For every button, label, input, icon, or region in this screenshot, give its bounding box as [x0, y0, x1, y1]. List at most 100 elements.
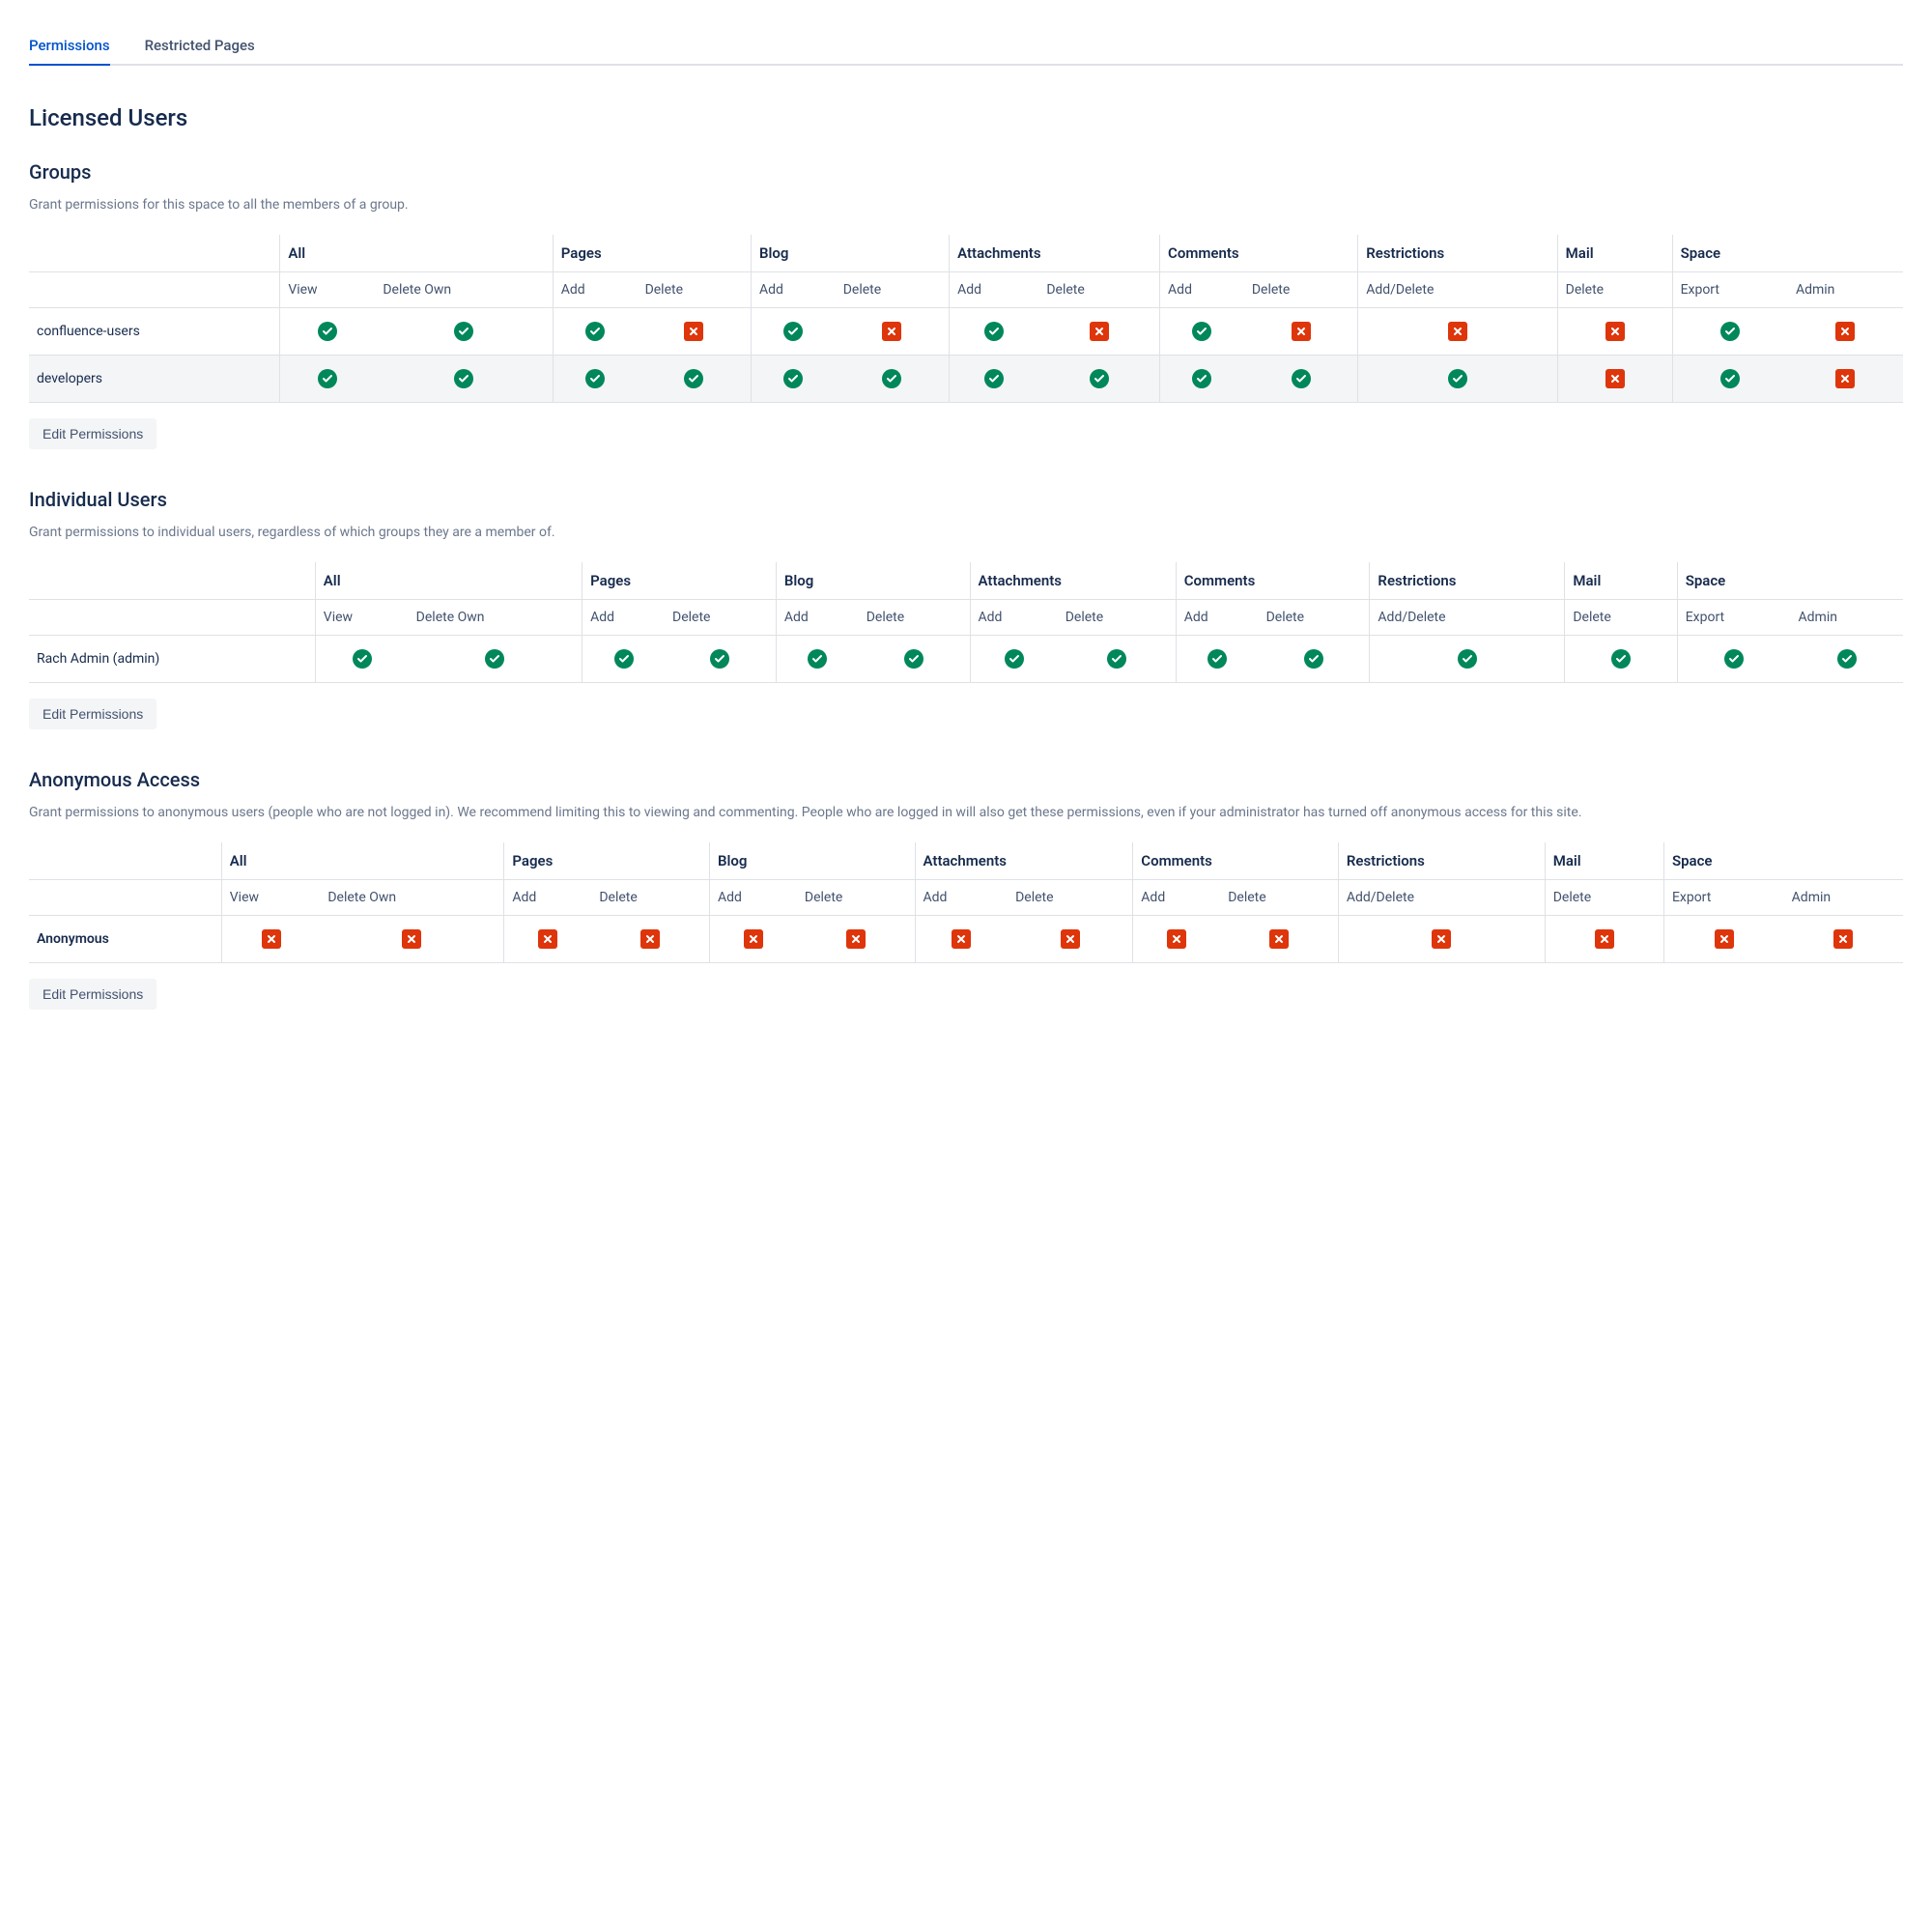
column-group-header: Comments — [1176, 562, 1370, 600]
permission-cell — [280, 308, 376, 356]
permission-cell — [320, 916, 504, 963]
x-icon — [1595, 929, 1614, 949]
column-sub-header: View — [315, 600, 408, 636]
permission-cell — [553, 308, 637, 356]
check-icon — [1720, 322, 1740, 341]
permission-cell — [280, 356, 376, 403]
column-sub-header: Add — [504, 880, 591, 916]
column-sub-header: Delete — [1038, 272, 1159, 308]
column-sub-header: Delete — [1008, 880, 1133, 916]
check-icon — [614, 649, 634, 669]
permission-cell — [375, 356, 553, 403]
column-sub-header: Admin — [1791, 600, 1903, 636]
permission-cell — [1370, 636, 1565, 683]
permission-cell — [221, 916, 320, 963]
x-icon — [684, 322, 703, 341]
users-table: AllPagesBlogAttachmentsCommentsRestricti… — [29, 562, 1903, 683]
permission-cell — [1545, 916, 1663, 963]
groups-description: Grant permissions for this space to all … — [29, 195, 1903, 215]
column-sub-header: Add/Delete — [1370, 600, 1565, 636]
permission-cell — [1038, 356, 1159, 403]
permission-cell — [1176, 636, 1258, 683]
permission-cell — [375, 308, 553, 356]
permission-cell — [1008, 916, 1133, 963]
column-sub-header: Add — [970, 600, 1058, 636]
permission-cell — [1788, 356, 1903, 403]
check-icon — [454, 322, 473, 341]
permission-cell — [1565, 636, 1677, 683]
column-sub-header: Add — [1160, 272, 1244, 308]
check-icon — [1448, 369, 1467, 388]
x-icon — [744, 929, 763, 949]
permission-cell — [1160, 308, 1244, 356]
anon-heading: Anonymous Access — [29, 768, 1903, 791]
table-row: Rach Admin (admin) — [29, 636, 1903, 683]
check-icon — [1107, 649, 1126, 669]
permission-cell — [859, 636, 970, 683]
check-icon — [808, 649, 827, 669]
column-group-header: Restrictions — [1358, 235, 1557, 272]
check-icon — [904, 649, 923, 669]
column-group-header: Attachments — [915, 842, 1133, 880]
column-sub-header: Add — [553, 272, 637, 308]
permission-cell — [1338, 916, 1545, 963]
column-sub-header: Add — [709, 880, 796, 916]
permission-cell — [1358, 356, 1557, 403]
column-sub-header: Delete — [1058, 600, 1177, 636]
column-group-header: Mail — [1557, 235, 1672, 272]
check-icon — [318, 369, 337, 388]
column-group-header: Pages — [553, 235, 751, 272]
column-sub-header: Add — [1133, 880, 1220, 916]
permission-cell — [1557, 356, 1672, 403]
permission-cell — [1791, 636, 1903, 683]
check-icon — [585, 369, 605, 388]
permission-cell — [1244, 308, 1358, 356]
permission-cell — [950, 308, 1039, 356]
permission-cell — [1663, 916, 1783, 963]
column-group-header: Attachments — [970, 562, 1176, 600]
permission-cell — [638, 356, 752, 403]
column-sub-header: Delete — [1545, 880, 1663, 916]
column-group-header: Blog — [776, 562, 970, 600]
x-icon — [1061, 929, 1080, 949]
column-sub-header: Delete — [1220, 880, 1338, 916]
check-icon — [1724, 649, 1744, 669]
column-group-header: Restrictions — [1338, 842, 1545, 880]
edit-users-permissions-button[interactable]: Edit Permissions — [29, 698, 156, 729]
anon-table: AllPagesBlogAttachmentsCommentsRestricti… — [29, 842, 1903, 963]
column-group-header: All — [315, 562, 582, 600]
row-name: confluence-users — [29, 308, 280, 356]
table-row: confluence-users — [29, 308, 1903, 356]
column-sub-header: Delete Own — [320, 880, 504, 916]
x-icon — [640, 929, 660, 949]
groups-heading: Groups — [29, 160, 1903, 184]
permission-cell — [591, 916, 709, 963]
column-sub-header: Add — [915, 880, 1008, 916]
tab-permissions[interactable]: Permissions — [29, 29, 122, 64]
check-icon — [984, 322, 1004, 341]
column-group-header: Blog — [709, 842, 915, 880]
column-group-header: Mail — [1565, 562, 1677, 600]
check-icon — [1208, 649, 1227, 669]
tab-restricted-pages[interactable]: Restricted Pages — [145, 29, 267, 64]
column-sub-header: Delete Own — [409, 600, 582, 636]
check-icon — [1837, 649, 1857, 669]
column-sub-header: Delete — [1565, 600, 1677, 636]
column-sub-header: Delete — [1244, 272, 1358, 308]
table-row: developers — [29, 356, 1903, 403]
users-heading: Individual Users — [29, 488, 1903, 511]
column-sub-header: Add/Delete — [1338, 880, 1545, 916]
check-icon — [485, 649, 504, 669]
x-icon — [1833, 929, 1853, 949]
edit-groups-permissions-button[interactable]: Edit Permissions — [29, 418, 156, 449]
edit-anon-permissions-button[interactable]: Edit Permissions — [29, 979, 156, 1010]
permission-cell — [1677, 636, 1790, 683]
column-group-header: All — [280, 235, 553, 272]
column-group-header: Comments — [1160, 235, 1358, 272]
check-icon — [783, 369, 803, 388]
column-sub-header: Add — [751, 272, 835, 308]
column-sub-header: Delete — [1557, 272, 1672, 308]
column-sub-header: Admin — [1788, 272, 1903, 308]
permission-cell — [1557, 308, 1672, 356]
permission-cell — [776, 636, 858, 683]
